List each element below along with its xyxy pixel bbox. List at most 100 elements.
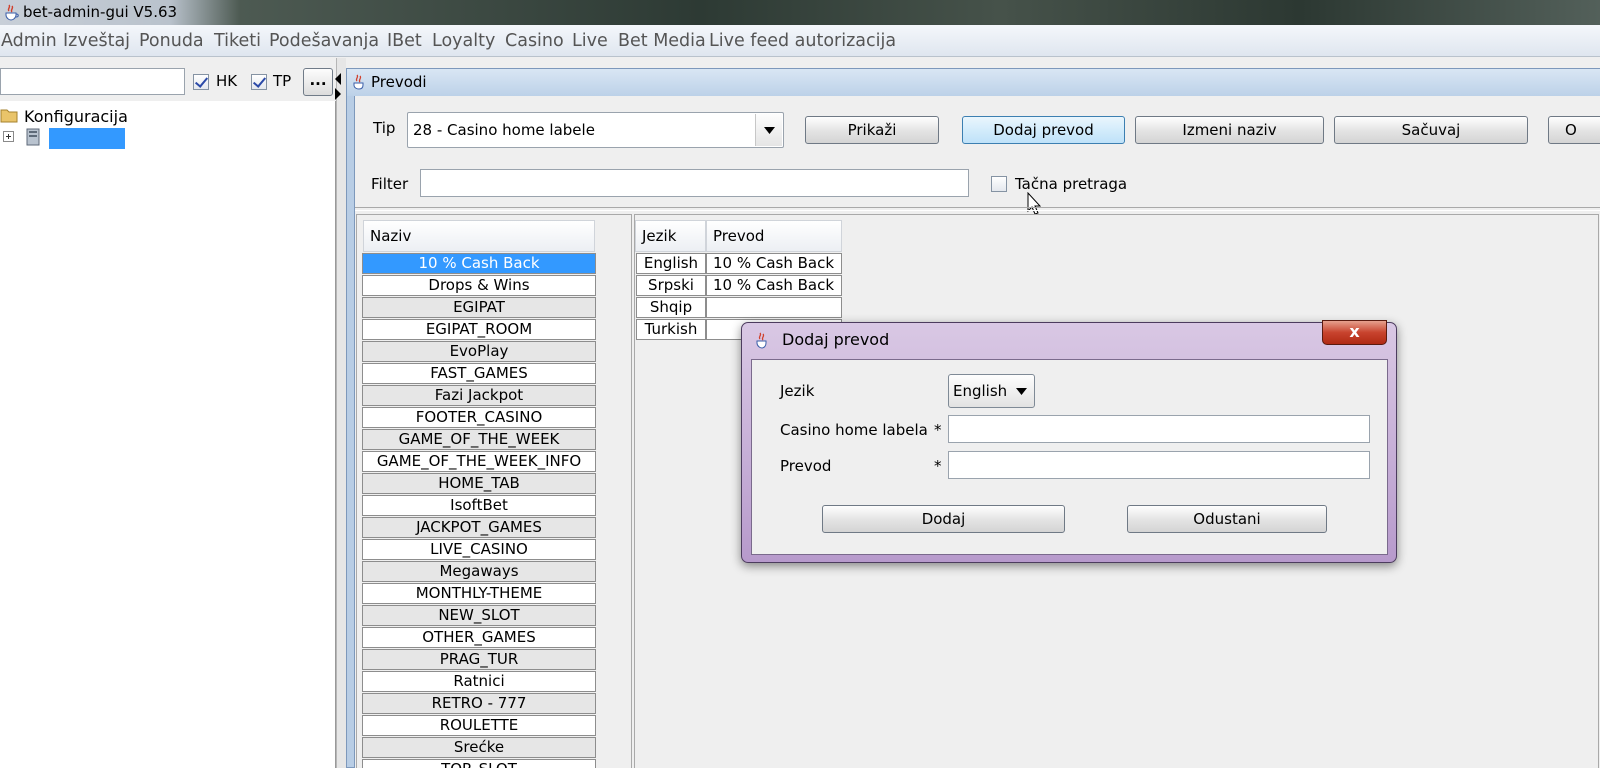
jezik-cell[interactable]: Turkish [636, 319, 706, 340]
jezik-label: Jezik [780, 382, 815, 400]
naziv-row[interactable]: LIVE_CASINO [362, 539, 596, 560]
naziv-row[interactable]: IsoftBet [362, 495, 596, 516]
split-divider[interactable] [333, 58, 346, 768]
menu-podesavanja[interactable]: Podešavanja [269, 31, 379, 51]
dodaj-button[interactable]: Dodaj [822, 505, 1065, 533]
window-titlebar: bet-admin-gui V5.63 [0, 0, 1600, 25]
java-icon [5, 4, 19, 21]
tp-label: TP [273, 72, 292, 90]
tree-node-selected[interactable] [49, 128, 125, 149]
window-title: bet-admin-gui V5.63 [23, 3, 178, 21]
required-marker: * [934, 457, 942, 475]
naziv-row[interactable]: GAME_OF_THE_WEEK_INFO [362, 451, 596, 472]
menu-bar: Admin Izveštaj Ponuda Tiketi Podešavanja… [0, 25, 1600, 57]
naziv-column-header[interactable]: Naziv [363, 220, 595, 252]
prevod-column-header[interactable]: Prevod [706, 220, 842, 252]
collapse-arrows-icon[interactable] [333, 72, 343, 102]
left-panel: HK TP ... Konfiguracija [0, 58, 336, 768]
naziv-row[interactable]: Srećke [362, 737, 596, 758]
menu-ibet[interactable]: IBet [387, 31, 422, 51]
naziv-row[interactable]: JACKPOT_GAMES [362, 517, 596, 538]
expand-icon[interactable] [3, 131, 14, 142]
jezik-cell[interactable]: Shqip [636, 297, 706, 318]
hk-label: HK [216, 72, 238, 90]
menu-bet-media[interactable]: Bet Media [618, 31, 706, 51]
naziv-row[interactable]: PRAG_TUR [362, 649, 596, 670]
menu-live-feed-autorizacija[interactable]: Live feed autorizacija [709, 31, 896, 51]
naziv-row[interactable]: FOOTER_CASINO [362, 407, 596, 428]
naziv-row[interactable]: RETRO - 777 [362, 693, 596, 714]
chevron-down-icon [764, 127, 775, 134]
menu-admin[interactable]: Admin [1, 31, 57, 51]
sacuvaj-button[interactable]: Sačuvaj [1334, 116, 1528, 144]
close-button[interactable]: x [1322, 320, 1387, 345]
separator [355, 207, 1600, 211]
tip-dropdown-button[interactable] [755, 114, 782, 146]
exact-search-checkbox[interactable] [991, 176, 1007, 192]
tree-root-label[interactable]: Konfiguracija [24, 107, 128, 126]
prevod-cell[interactable] [706, 297, 842, 318]
filter-label: Filter [371, 175, 409, 193]
menu-loyalty[interactable]: Loyalty [432, 31, 495, 51]
odustani-button[interactable]: Odustani [1127, 505, 1327, 533]
naziv-row[interactable]: FAST_GAMES [362, 363, 596, 384]
required-marker: * [934, 421, 942, 439]
tip-select[interactable]: 28 - Casino home labele [407, 112, 784, 148]
casino-home-labela-label: Casino home labela [780, 421, 928, 439]
tip-select-value: 28 - Casino home labele [413, 121, 595, 139]
search-input[interactable] [0, 68, 185, 95]
menu-izvestaj[interactable]: Izveštaj [63, 31, 130, 51]
exact-search-label: Tačna pretraga [1015, 175, 1128, 193]
jezik-cell[interactable]: Srpski [636, 275, 706, 296]
naziv-row[interactable]: EvoPlay [362, 341, 596, 362]
prikazi-button[interactable]: Prikaži [805, 116, 939, 144]
frame-title: Prevodi [371, 73, 427, 91]
prevod-label: Prevod [780, 457, 832, 475]
naziv-row[interactable]: HOME_TAB [362, 473, 596, 494]
jezik-select[interactable]: English [948, 374, 1035, 408]
naziv-row[interactable]: NEW_SLOT [362, 605, 596, 626]
prevod-input[interactable] [948, 451, 1370, 479]
naziv-row[interactable]: Megaways [362, 561, 596, 582]
menu-tiketi[interactable]: Tiketi [214, 31, 261, 51]
naziv-row[interactable]: TOP_SLOT [362, 759, 596, 768]
dodaj-prevod-button[interactable]: Dodaj prevod [962, 116, 1125, 144]
menu-ponuda[interactable]: Ponuda [139, 31, 204, 51]
naziv-row[interactable]: OTHER_GAMES [362, 627, 596, 648]
naziv-row[interactable]: 10 % Cash Back [362, 253, 596, 274]
jezik-cell[interactable]: English [636, 253, 706, 274]
java-icon [353, 74, 364, 90]
dialog-title: Dodaj prevod [782, 330, 890, 349]
folder-icon [0, 109, 18, 123]
naziv-row[interactable]: EGIPAT [362, 297, 596, 318]
config-tree: Konfiguracija [0, 101, 336, 768]
jezik-column-header[interactable]: Jezik [635, 220, 706, 252]
filter-input[interactable] [420, 169, 969, 197]
jezik-select-value: English [953, 382, 1008, 400]
hk-checkbox[interactable] [193, 74, 209, 90]
frame-header: Prevodi [347, 69, 1600, 96]
naziv-row[interactable]: GAME_OF_THE_WEEK [362, 429, 596, 450]
more-button[interactable]: ... [303, 68, 333, 96]
naziv-row[interactable]: Drops & Wins [362, 275, 596, 296]
dodaj-prevod-dialog: Dodaj prevod x Jezik English Casino home… [741, 320, 1397, 563]
tp-checkbox[interactable] [251, 74, 267, 90]
extra-button[interactable]: O [1548, 116, 1600, 144]
casino-home-labela-input[interactable] [948, 415, 1370, 443]
naziv-row[interactable]: Fazi Jackpot [362, 385, 596, 406]
izmeni-naziv-button[interactable]: Izmeni naziv [1135, 116, 1324, 144]
prevod-cell[interactable]: 10 % Cash Back [706, 253, 842, 274]
tip-label: Tip [373, 119, 396, 137]
naziv-row[interactable]: Ratnici [362, 671, 596, 692]
chevron-down-icon [1016, 388, 1027, 395]
prevod-cell[interactable]: 10 % Cash Back [706, 275, 842, 296]
server-icon [26, 128, 40, 146]
mouse-pointer-icon [1027, 192, 1041, 215]
dialog-body: Jezik English Casino home labela * Prevo… [751, 359, 1388, 555]
java-icon [756, 332, 767, 349]
naziv-row[interactable]: MONTHLY-THEME [362, 583, 596, 604]
menu-live[interactable]: Live [572, 31, 608, 51]
naziv-row[interactable]: EGIPAT_ROOM [362, 319, 596, 340]
menu-casino[interactable]: Casino [505, 31, 564, 51]
naziv-row[interactable]: ROULETTE [362, 715, 596, 736]
